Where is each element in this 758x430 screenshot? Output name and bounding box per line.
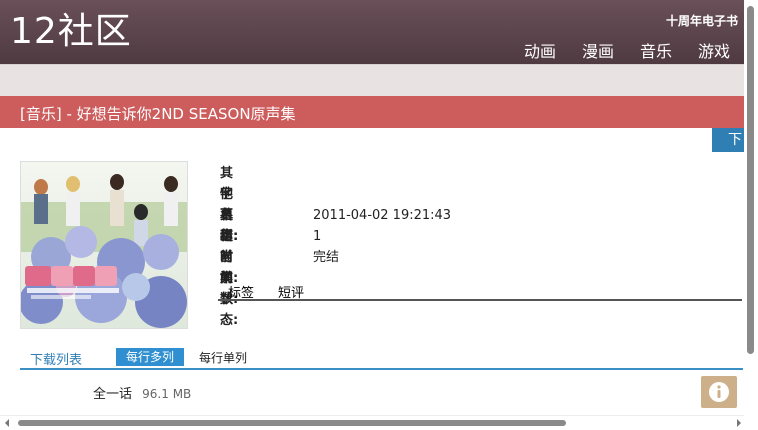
info-button[interactable] xyxy=(701,376,737,408)
main-content: 下 其他名称: 字幕组: 更新时间: 2011-04-02 19:21:43 当… xyxy=(0,128,744,415)
cover-art xyxy=(19,162,187,328)
download-tab[interactable]: 下 xyxy=(712,128,744,152)
title-bar: [音乐] - 好想告诉你2ND SEASON原声集 xyxy=(0,96,744,128)
site-header: 12社区 十周年电子书 动画 漫画 音乐 游戏 xyxy=(0,0,744,64)
cover-logo xyxy=(25,266,117,286)
episode-item[interactable]: 全一话 96.1 MB xyxy=(93,383,191,402)
episode-name[interactable]: 全一话 xyxy=(93,387,132,402)
vertical-scroll-thumb[interactable] xyxy=(747,6,754,354)
download-list-header: 下载列表 每行多列 每行单列 xyxy=(20,348,743,370)
episode-size: 96.1 MB xyxy=(142,387,192,401)
cover-image xyxy=(19,161,188,329)
nav-music[interactable]: 音乐 xyxy=(640,38,672,62)
tab-tags[interactable]: 标签 xyxy=(228,282,254,301)
multi-column-button[interactable]: 每行多列 xyxy=(116,348,184,366)
horizontal-scroll-thumb[interactable] xyxy=(18,420,566,426)
detail-tabs: 标签 短评 xyxy=(218,282,742,301)
main-nav: 动画 漫画 音乐 游戏 xyxy=(524,38,730,62)
scroll-left-arrow-icon[interactable] xyxy=(2,416,12,430)
nav-games[interactable]: 游戏 xyxy=(698,38,730,62)
download-list-label: 下载列表 xyxy=(30,353,83,368)
horizontal-scrollbar[interactable] xyxy=(0,416,758,430)
vertical-scrollbar[interactable] xyxy=(744,0,758,416)
nav-anime[interactable]: 动画 xyxy=(524,38,556,62)
tab-reviews[interactable]: 短评 xyxy=(278,282,304,301)
page-title: [音乐] - 好想告诉你2ND SEASON原声集 xyxy=(20,105,296,123)
info-icon xyxy=(709,382,729,402)
tagline-link[interactable]: 十周年电子书 xyxy=(666,12,738,29)
single-column-button[interactable]: 每行单列 xyxy=(199,349,247,366)
scroll-right-arrow-icon[interactable] xyxy=(734,416,744,430)
site-logo[interactable]: 12社区 xyxy=(10,10,132,54)
sub-bar xyxy=(0,64,744,97)
nav-manga[interactable]: 漫画 xyxy=(582,38,614,62)
